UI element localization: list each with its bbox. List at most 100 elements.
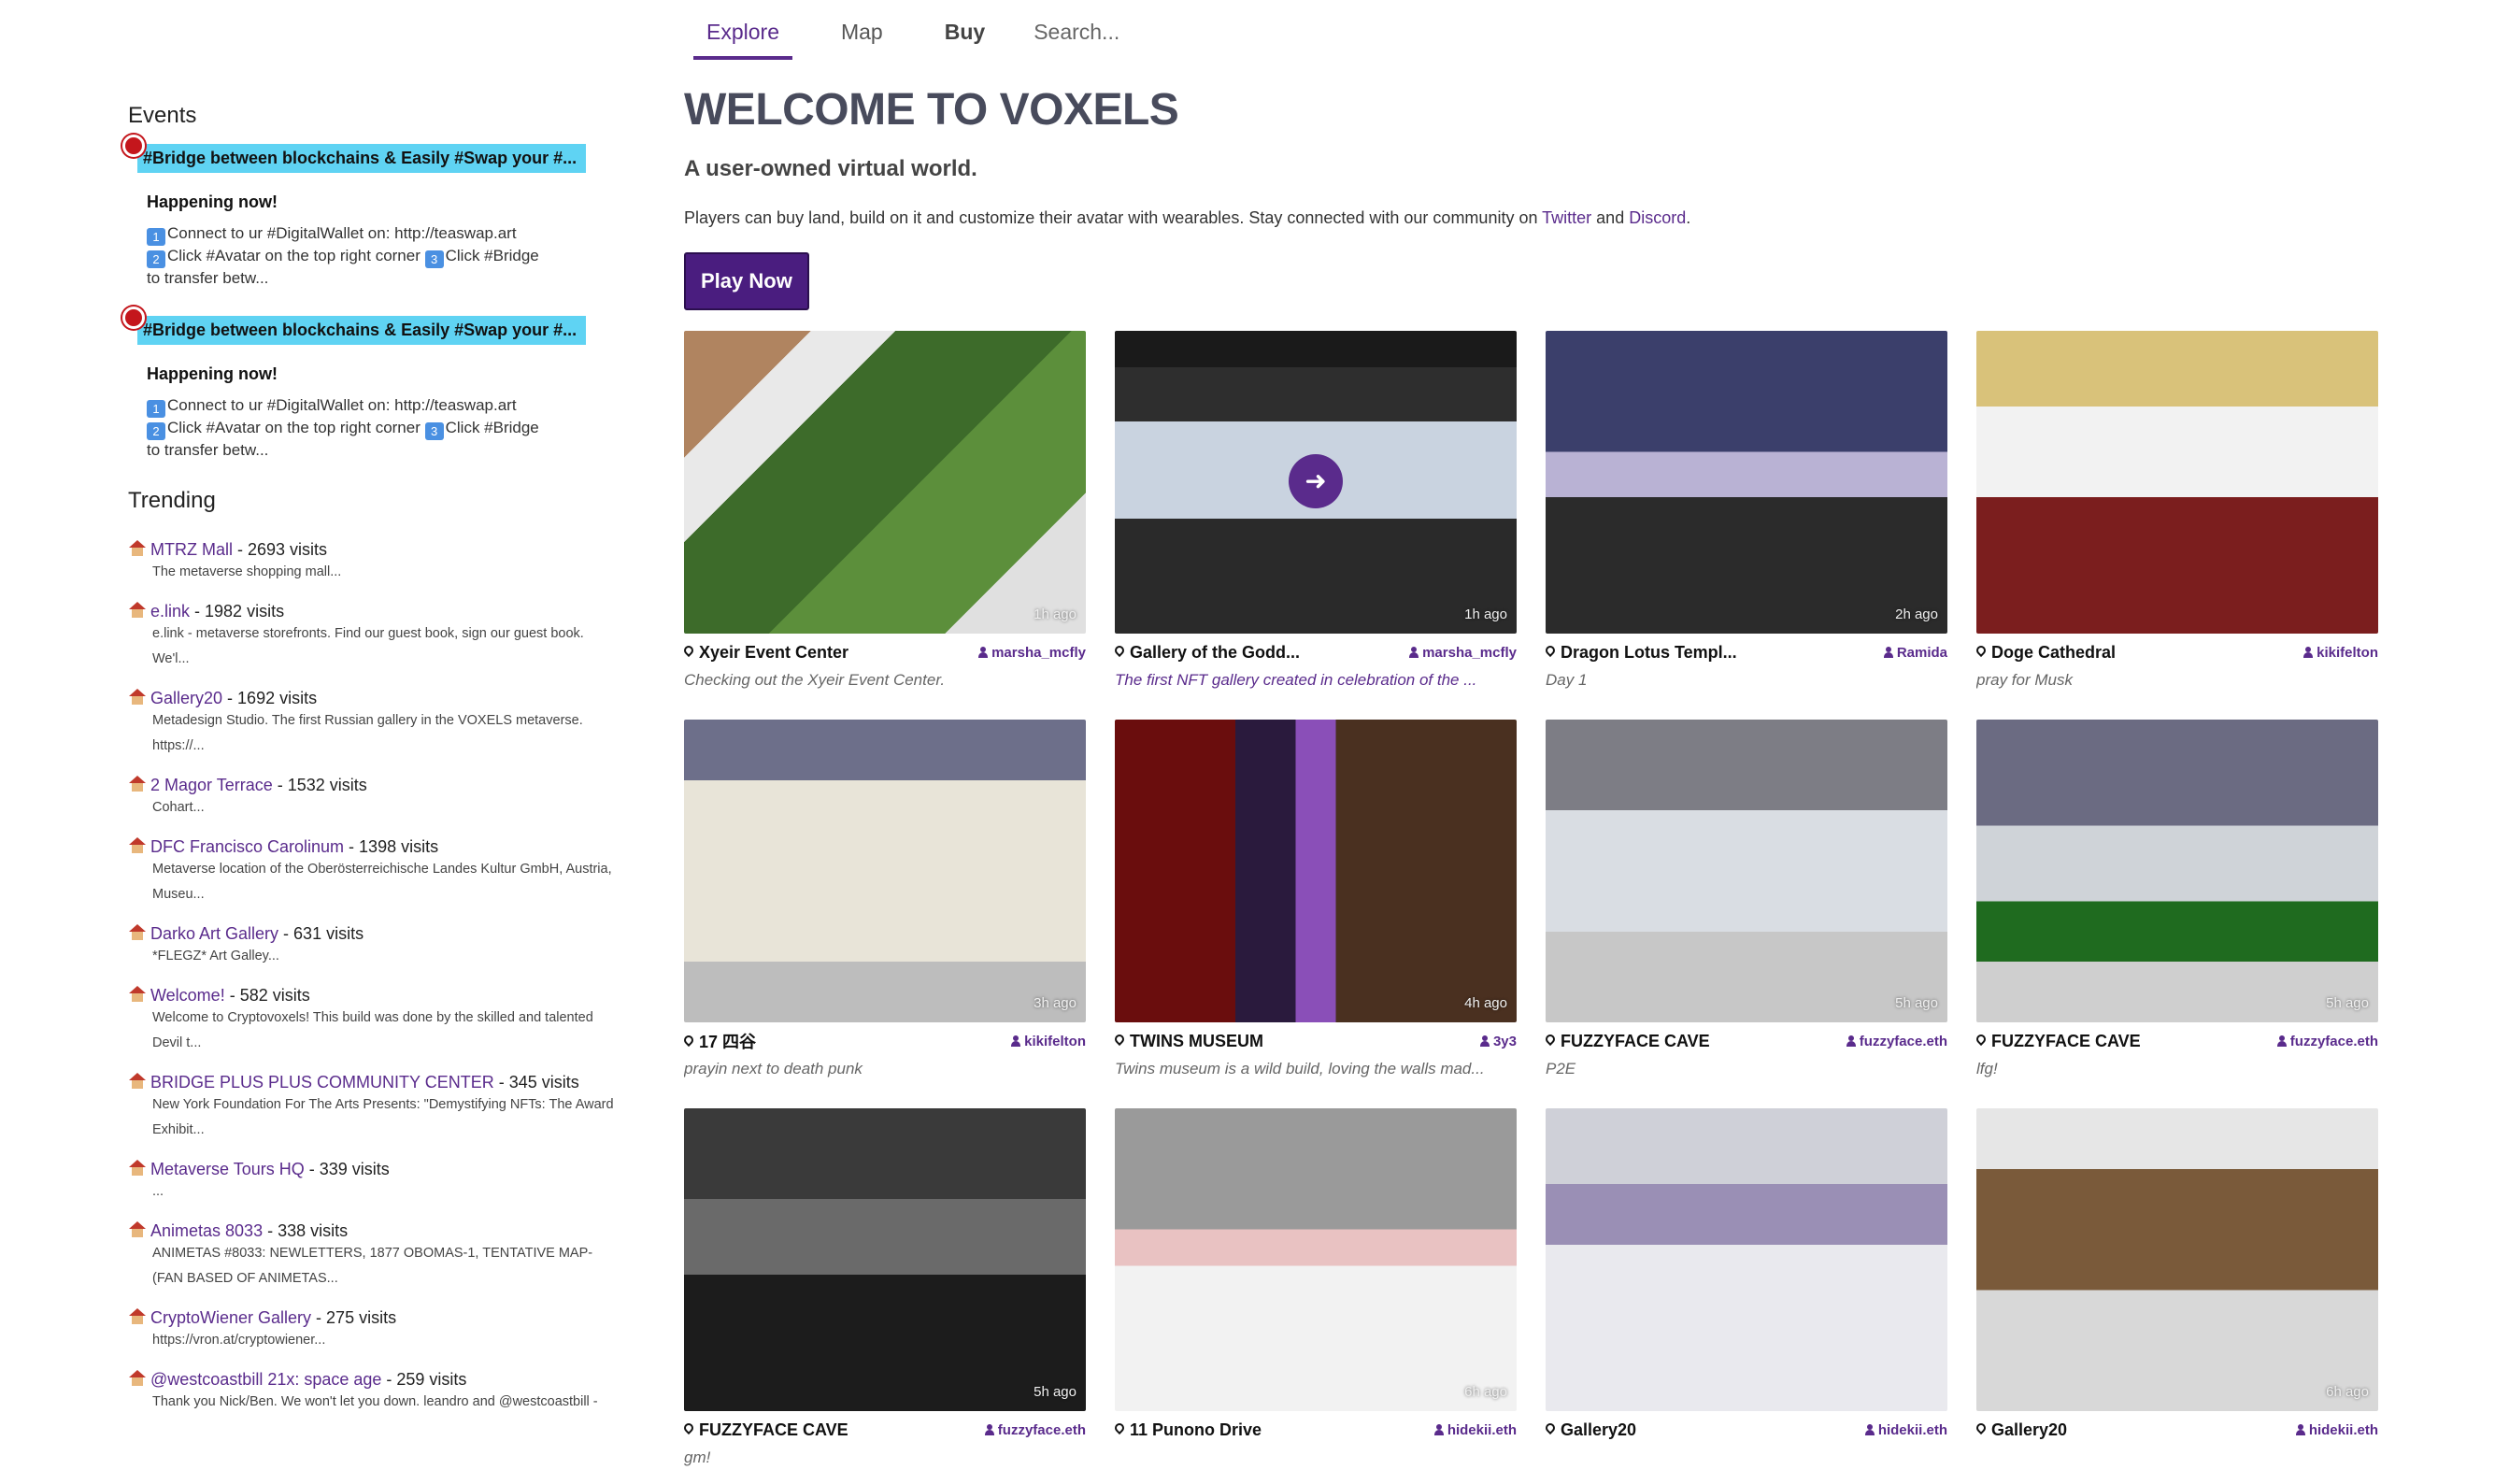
parcel-thumbnail[interactable]: 1h ago ➜	[1115, 331, 1517, 634]
discord-link[interactable]: Discord	[1629, 208, 1686, 227]
parcel-title[interactable]: 11 Punono Drive	[1115, 1420, 1262, 1440]
trending-item-line: e.link - 1982 visits	[128, 602, 633, 621]
parcel-thumbnail[interactable]: 1h ago	[684, 331, 1086, 634]
parcel-author[interactable]: kikifelton	[2303, 645, 2378, 661]
trending-item-visits: - 2693 visits	[233, 540, 328, 559]
user-icon	[984, 1423, 994, 1435]
parcel-author[interactable]: fuzzyface.eth	[1846, 1034, 1947, 1049]
nav-tab-explore[interactable]: Explore	[693, 0, 792, 60]
parcel-card[interactable]: 3h ago 17 四谷 kikifelton prayin next to deat…	[684, 720, 1086, 1078]
house-icon	[128, 1160, 147, 1177]
parcel-thumbnail[interactable]: 4h ago	[1115, 720, 1517, 1022]
trending-item[interactable]: CryptoWiener Gallery - 275 visits https:/…	[128, 1308, 633, 1353]
search-input[interactable]: Search...	[1034, 0, 1239, 60]
parcel-card[interactable]: Gallery20 hidekii.eth	[1546, 1108, 1947, 1448]
trending-item-link[interactable]: @westcoastbill 21x: space age	[150, 1370, 381, 1389]
trending-item-link[interactable]: DFC Francisco Carolinum	[150, 837, 344, 856]
twitter-link[interactable]: Twitter	[1542, 208, 1591, 227]
nav-tab-buy[interactable]: Buy	[932, 0, 998, 60]
event-title[interactable]: #Bridge between blockchains & Easily #Sw…	[137, 144, 586, 173]
trending-item[interactable]: 2 Magor Terrace - 1532 visits Cohart...	[128, 776, 633, 820]
parcel-thumbnail[interactable]: 6h ago	[1976, 1108, 2378, 1411]
trending-item-link[interactable]: Gallery20	[150, 689, 222, 707]
trending-item-link[interactable]: Metaverse Tours HQ	[150, 1160, 305, 1178]
event-title[interactable]: #Bridge between blockchains & Easily #Sw…	[137, 316, 586, 345]
parcel-thumbnail[interactable]: 3h ago	[684, 720, 1086, 1022]
trending-item-link[interactable]: CryptoWiener Gallery	[150, 1308, 311, 1327]
event-status: Happening now!	[147, 364, 278, 383]
trending-item[interactable]: DFC Francisco Carolinum - 1398 visits Met…	[128, 837, 633, 907]
parcel-thumbnail[interactable]: 5h ago	[684, 1108, 1086, 1411]
parcel-title[interactable]: FUZZYFACE CAVE	[1976, 1032, 2141, 1051]
trending-item[interactable]: BRIDGE PLUS PLUS COMMUNITY CENTER - 345 …	[128, 1073, 633, 1143]
parcel-author[interactable]: 3y3	[1479, 1034, 1517, 1049]
parcel-author[interactable]: marsha_mcfly	[978, 645, 1086, 661]
parcel-card[interactable]: 5h ago FUZZYFACE CAVE fuzzyface.eth lfg!	[1976, 720, 2378, 1078]
parcel-title[interactable]: FUZZYFACE CAVE	[1546, 1032, 1710, 1051]
parcel-card[interactable]: 4h ago TWINS MUSEUM 3y3 Twins museum is a w…	[1115, 720, 1517, 1078]
parcel-title[interactable]: Gallery20	[1976, 1420, 2067, 1440]
event-item[interactable]: #Bridge between blockchains & Easily #Sw…	[122, 307, 633, 460]
parcel-thumbnail[interactable]: 6h ago	[1115, 1108, 1517, 1411]
parcel-title[interactable]: Gallery of the Godd...	[1115, 643, 1300, 663]
trending-item[interactable]: Animetas 8033 - 338 visits ANIMETAS #8033…	[128, 1221, 633, 1291]
parcel-thumbnail[interactable]: 5h ago	[1976, 720, 2378, 1022]
parcel-title[interactable]: Gallery20	[1546, 1420, 1636, 1440]
thumbnail-timestamp: 1h ago	[1034, 606, 1076, 622]
trending-item[interactable]: Gallery20 - 1692 visits Metadesign Studio…	[128, 689, 633, 759]
trending-item-link[interactable]: Darko Art Gallery	[150, 924, 278, 943]
parcel-title[interactable]: Dragon Lotus Templ...	[1546, 643, 1737, 663]
trending-item-link[interactable]: 2 Magor Terrace	[150, 776, 273, 794]
parcel-author[interactable]: fuzzyface.eth	[984, 1422, 1086, 1438]
trending-item-link[interactable]: e.link	[150, 602, 190, 621]
play-now-button[interactable]: Play Now	[684, 252, 809, 310]
parcel-card[interactable]: 1h ago ➜ Gallery of the Godd... marsha_mcfl…	[1115, 331, 1517, 690]
parcel-author[interactable]: kikifelton	[1011, 1034, 1086, 1049]
parcel-thumbnail[interactable]: 2h ago	[1546, 331, 1947, 634]
page-subtitle: A user-owned virtual world.	[684, 156, 977, 181]
parcel-author[interactable]: hidekii.eth	[1864, 1422, 1947, 1438]
parcel-title[interactable]: TWINS MUSEUM	[1115, 1032, 1263, 1051]
parcel-card[interactable]: 5h ago FUZZYFACE CAVE fuzzyface.eth gm!	[684, 1108, 1086, 1467]
parcel-author[interactable]: marsha_mcfly	[1409, 645, 1517, 661]
parcel-description: pray for Musk	[1976, 671, 2073, 689]
parcel-card[interactable]: 2h ago Dragon Lotus Templ... Ramida Day 1	[1546, 331, 1947, 690]
user-icon	[978, 646, 989, 658]
trending-item-link[interactable]: Welcome!	[150, 986, 225, 1005]
parcel-author[interactable]: fuzzyface.eth	[2276, 1034, 2378, 1049]
parcel-author[interactable]: hidekii.eth	[2295, 1422, 2378, 1438]
parcel-title[interactable]: FUZZYFACE CAVE	[684, 1420, 848, 1440]
trending-item[interactable]: MTRZ Mall - 2693 visits The metaverse sho…	[128, 540, 633, 585]
event-item[interactable]: #Bridge between blockchains & Easily #Sw…	[122, 135, 633, 288]
house-icon	[128, 602, 147, 619]
parcel-card[interactable]: 6h ago 11 Punono Drive hidekii.eth	[1115, 1108, 1517, 1448]
trending-item-link[interactable]: BRIDGE PLUS PLUS COMMUNITY CENTER	[150, 1073, 494, 1092]
user-icon	[1883, 646, 1893, 658]
parcel-thumbnail[interactable]	[1976, 331, 2378, 634]
parcel-title[interactable]: Doge Cathedral	[1976, 643, 2116, 663]
play-arrow-icon[interactable]: ➜	[1289, 454, 1343, 508]
parcel-card[interactable]: Doge Cathedral kikifelton pray for Musk	[1976, 331, 2378, 690]
parcel-card[interactable]: 6h ago Gallery20 hidekii.eth	[1976, 1108, 2378, 1448]
trending-item[interactable]: Darko Art Gallery - 631 visits *FLEGZ* Ar…	[128, 924, 633, 969]
trending-item[interactable]: Metaverse Tours HQ - 339 visits...	[128, 1160, 633, 1205]
trending-item[interactable]: @westcoastbill 21x: space age - 259 visi…	[128, 1370, 633, 1415]
user-icon	[1011, 1035, 1021, 1047]
parcel-title[interactable]: 17 四谷	[684, 1029, 756, 1053]
trending-item-link[interactable]: Animetas 8033	[150, 1221, 263, 1240]
parcel-title[interactable]: Xyeir Event Center	[684, 643, 848, 663]
nav-tab-map[interactable]: Map	[828, 0, 896, 60]
parcel-thumbnail[interactable]	[1546, 1108, 1947, 1411]
trending-item-description: Metaverse location of the Oberösterreich…	[152, 862, 612, 902]
parcel-thumbnail[interactable]: 5h ago	[1546, 720, 1947, 1022]
location-pin-icon	[1546, 1423, 1555, 1436]
trending-item[interactable]: Welcome! - 582 visits Welcome to Cryptovo…	[128, 986, 633, 1056]
parcel-card[interactable]: 1h ago Xyeir Event Center marsha_mcfly Chec…	[684, 331, 1086, 690]
user-icon	[1433, 1423, 1444, 1435]
trending-item-link[interactable]: MTRZ Mall	[150, 540, 233, 559]
parcel-author[interactable]: hidekii.eth	[1433, 1422, 1517, 1438]
parcel-author[interactable]: Ramida	[1883, 645, 1947, 661]
trending-item[interactable]: e.link - 1982 visits e.link - metaverse s…	[128, 602, 633, 672]
parcel-description: gm!	[684, 1448, 711, 1466]
parcel-card[interactable]: 5h ago FUZZYFACE CAVE fuzzyface.eth P2E	[1546, 720, 1947, 1078]
